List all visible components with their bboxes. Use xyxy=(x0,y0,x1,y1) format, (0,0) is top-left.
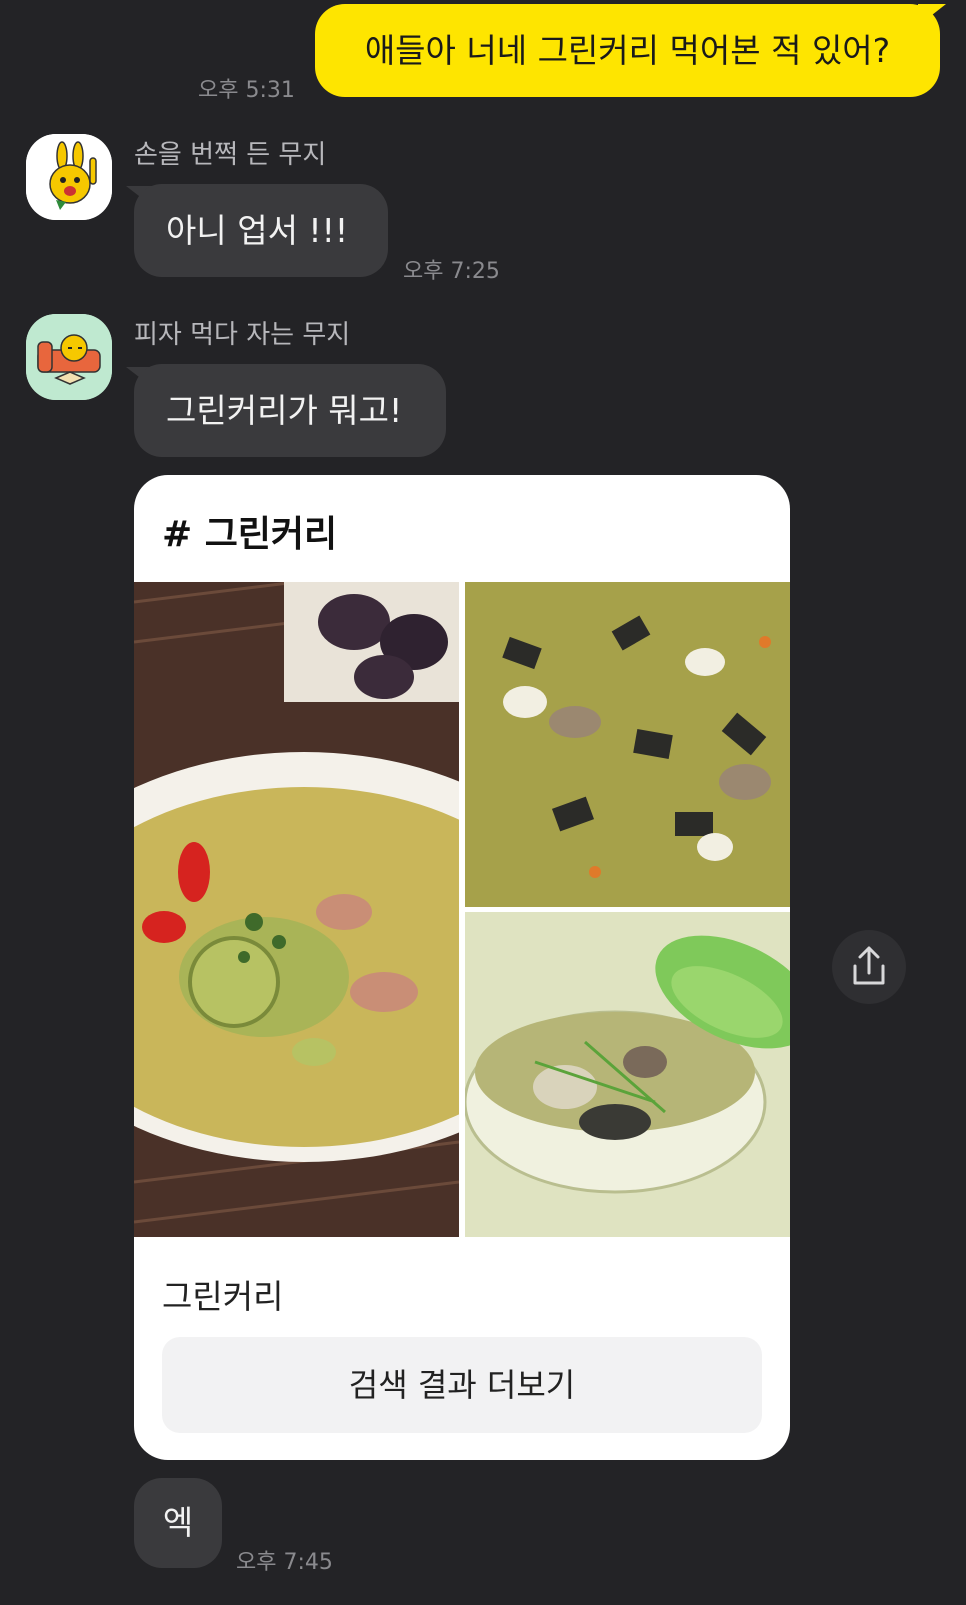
card-title: # 그린커리 xyxy=(162,514,338,555)
curry-image-top-right[interactable] xyxy=(465,582,790,907)
curry-image-bottom-right[interactable] xyxy=(465,912,790,1237)
reply2-bubble[interactable]: 그린커리가 뭐고! xyxy=(134,364,446,457)
reply1-bubble[interactable]: 아니 업서 !!! xyxy=(134,184,388,277)
share-button[interactable] xyxy=(832,930,906,1004)
share-icon xyxy=(853,946,885,985)
curry-bowl-photo xyxy=(134,582,459,1237)
my-message-time: 오후 5:31 xyxy=(198,78,295,103)
curry-image-large[interactable] xyxy=(134,582,459,1237)
sender-name: 피자 먹다 자는 무지 xyxy=(134,320,351,350)
sender-name: 손을 번쩍 든 무지 xyxy=(134,140,327,170)
reply3-time: 오후 7:45 xyxy=(236,1550,333,1575)
muzi-sleeping-icon xyxy=(26,314,112,400)
muzi-pizza-sleeping-avatar[interactable] xyxy=(26,314,112,400)
card-subtitle: 그린커리 xyxy=(162,1277,284,1316)
curry-clay-pot-photo xyxy=(465,912,790,1237)
reply3-bubble[interactable]: 엑 xyxy=(134,1478,222,1568)
reply1-time: 오후 7:25 xyxy=(403,259,500,284)
curry-pot-photo xyxy=(465,582,790,907)
my-message-bubble[interactable]: 애들아 너네 그린커리 먹어본 적 있어? xyxy=(315,4,940,97)
muzi-raising-hand-avatar[interactable] xyxy=(26,134,112,220)
more-results-button[interactable]: 검색 결과 더보기 xyxy=(162,1337,762,1433)
muzi-raising-hand-icon xyxy=(26,134,112,220)
search-result-card[interactable]: # 그린커리 그린커리 검색 결과 더보기 xyxy=(134,475,790,1460)
